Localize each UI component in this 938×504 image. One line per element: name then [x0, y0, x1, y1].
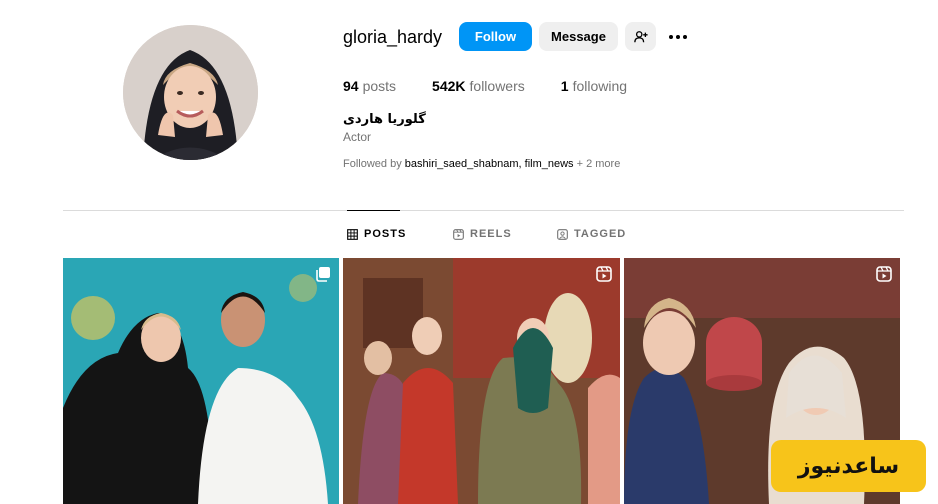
active-tab-indicator — [347, 210, 400, 211]
reels-icon — [453, 228, 464, 240]
followed-by-prefix: Followed by — [343, 158, 402, 170]
watermark-logo: ساعدنیوز — [771, 440, 926, 492]
post-image-2 — [343, 258, 620, 504]
posts-label: posts — [362, 78, 397, 94]
followed-by-user-2[interactable]: film_news — [525, 158, 574, 170]
follow-button[interactable]: Follow — [459, 22, 532, 51]
tagged-icon — [557, 228, 568, 240]
post-tile-2[interactable] — [343, 258, 620, 504]
followers-stat[interactable]: 542K followers — [432, 78, 525, 94]
posts-stat: 94 posts — [343, 78, 396, 94]
tab-posts[interactable]: POSTS — [347, 228, 406, 240]
profile-full-name: گلوریا هاردی — [343, 112, 426, 127]
reel-icon — [876, 266, 892, 282]
tab-tagged-label: TAGGED — [574, 228, 627, 240]
followed-by-user-1[interactable]: bashiri_saed_shabnam — [405, 158, 519, 170]
avatar-image — [123, 25, 258, 160]
followed-by-more[interactable]: + 2 more — [577, 158, 621, 170]
grid-icon — [347, 228, 358, 240]
profile-avatar[interactable] — [123, 25, 258, 160]
tab-reels[interactable]: REELS — [453, 228, 512, 240]
more-options-icon[interactable] — [664, 26, 692, 48]
following-label: following — [572, 78, 628, 94]
reel-icon — [596, 266, 612, 282]
followers-count: 542K — [432, 78, 466, 94]
followers-label: followers — [469, 78, 525, 94]
add-user-icon — [633, 30, 648, 42]
profile-stats: 94 posts 542K followers 1 following — [343, 78, 663, 94]
tab-reels-label: REELS — [470, 228, 512, 240]
suggested-users-button[interactable] — [625, 22, 656, 51]
carousel-icon — [316, 267, 330, 282]
posts-count: 94 — [343, 78, 359, 94]
message-button[interactable]: Message — [539, 22, 618, 51]
tab-tagged[interactable]: TAGGED — [557, 228, 626, 240]
followed-by[interactable]: Followed by bashiri_saed_shabnam, film_n… — [343, 158, 620, 170]
profile-username: gloria_hardy — [343, 27, 443, 47]
followed-by-separator: , — [518, 158, 522, 170]
tabs-divider — [63, 210, 904, 211]
post-image-1 — [63, 258, 339, 504]
profile-category: Actor — [343, 130, 372, 144]
following-count: 1 — [560, 78, 569, 94]
tab-posts-label: POSTS — [364, 228, 407, 240]
following-stat[interactable]: 1 following — [561, 78, 627, 94]
post-tile-1[interactable] — [63, 258, 339, 504]
